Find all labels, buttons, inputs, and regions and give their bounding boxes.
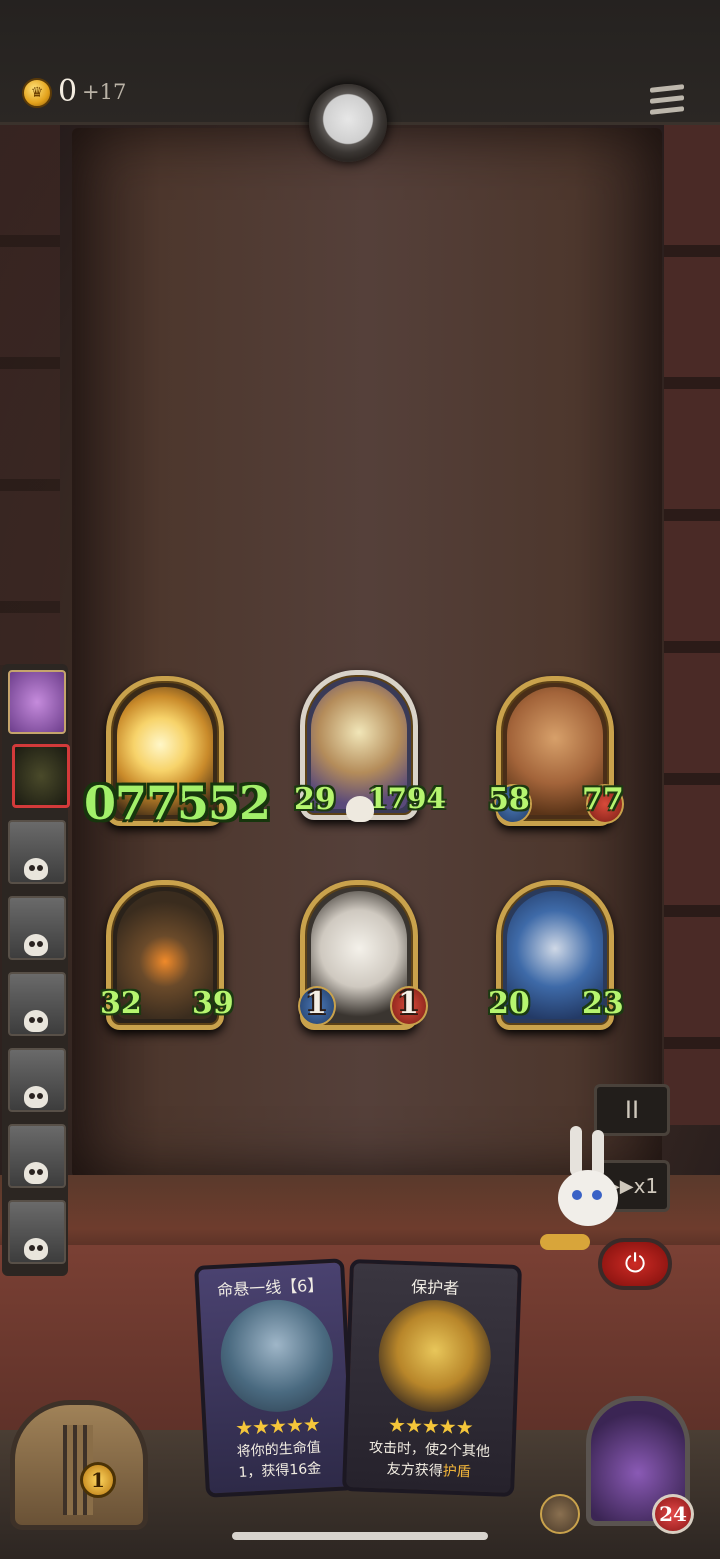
opponent-portrait-defeated[interactable] bbox=[8, 1124, 66, 1188]
power-button[interactable]: ⏻ bbox=[598, 1238, 672, 1290]
skull-icon bbox=[24, 858, 48, 880]
skull-icon bbox=[346, 796, 374, 822]
sorceress-health: 23 bbox=[582, 986, 624, 1021]
opponent-portrait-dragon[interactable] bbox=[8, 670, 66, 734]
opponent-portrait-current[interactable] bbox=[12, 744, 70, 808]
sorceress-attack: 20 bbox=[488, 986, 530, 1021]
speed-label: x1 bbox=[633, 1174, 659, 1198]
opponent-portrait-defeated[interactable] bbox=[8, 972, 66, 1036]
dark-tree-health: 39 bbox=[192, 986, 234, 1021]
gold-amount: 0 bbox=[58, 74, 78, 109]
chest-count: 1 bbox=[80, 1462, 116, 1498]
hand-card[interactable]: 保护者 ★★★★★ 攻击时，使2个其他 友方获得护盾 bbox=[342, 1259, 522, 1497]
opponent-portrait-defeated[interactable] bbox=[8, 896, 66, 960]
opponent-portrait-defeated[interactable] bbox=[8, 820, 66, 884]
treant-attack: 58 bbox=[488, 782, 530, 817]
card-title: 命悬一线【6】 bbox=[216, 1275, 324, 1300]
skull-icon bbox=[24, 1010, 48, 1032]
skull-icon bbox=[24, 934, 48, 956]
card-stars: ★★★★★ bbox=[387, 1412, 474, 1440]
card-keyword: 护盾 bbox=[442, 1463, 472, 1481]
floating-damage-number: 077552 bbox=[84, 776, 271, 830]
cow-attack: 1 bbox=[306, 986, 327, 1021]
turn-orb[interactable] bbox=[309, 84, 387, 162]
hero-health: 24 bbox=[652, 1494, 694, 1534]
opponent-portrait-defeated[interactable] bbox=[8, 1200, 66, 1264]
bookshelf-left bbox=[0, 125, 60, 665]
card-description: 将你的生命值 1，获得16金 bbox=[213, 1437, 345, 1486]
bunny-mascot[interactable] bbox=[540, 1126, 622, 1256]
skull-icon bbox=[24, 1086, 48, 1108]
dark-tree-attack: 32 bbox=[100, 986, 142, 1021]
card-description: 攻击时，使2个其他 友方获得护盾 bbox=[352, 1437, 505, 1484]
skull-icon bbox=[24, 1162, 48, 1184]
helmet-icon[interactable] bbox=[540, 1494, 580, 1534]
gold-income: +17 bbox=[82, 80, 127, 104]
skull-icon bbox=[24, 1238, 48, 1260]
card-desc-text: 友方获得 bbox=[386, 1461, 444, 1480]
opponent-portrait-defeated[interactable] bbox=[8, 1048, 66, 1112]
card-art bbox=[376, 1298, 493, 1415]
hand-card[interactable]: 命悬一线【6】 ★★★★★ 将你的生命值 1，获得16金 bbox=[194, 1258, 356, 1498]
cow-health: 1 bbox=[398, 986, 419, 1021]
crown-coin-icon: ♛ bbox=[22, 78, 52, 108]
dwarf-attack: 29 bbox=[294, 782, 336, 817]
card-art bbox=[217, 1297, 336, 1415]
card-title: 保护者 bbox=[410, 1277, 460, 1298]
menu-icon[interactable] bbox=[650, 84, 684, 115]
opponent-list bbox=[2, 664, 70, 1276]
power-icon: ⏻ bbox=[624, 1248, 646, 1279]
treasure-chest[interactable] bbox=[10, 1400, 148, 1530]
dwarf-health: 1794 bbox=[368, 782, 446, 815]
treant-health: 77 bbox=[582, 782, 624, 817]
bookshelf-right bbox=[664, 125, 720, 1125]
home-indicator[interactable] bbox=[232, 1532, 488, 1540]
